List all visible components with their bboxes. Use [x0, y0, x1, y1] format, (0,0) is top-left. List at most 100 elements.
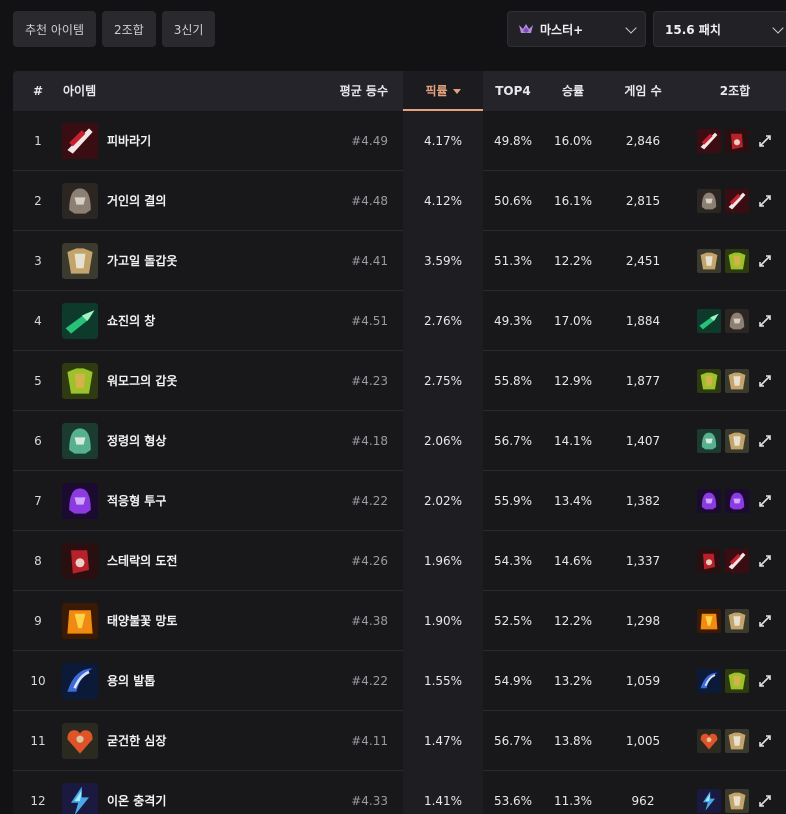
games-cell: 962: [631, 794, 655, 808]
avg-place-cell: #4.22: [351, 494, 388, 508]
item-name[interactable]: 피바라기: [107, 111, 151, 171]
pick-rate-cell: 2.75%: [423, 374, 463, 388]
expand-icon[interactable]: [758, 494, 772, 508]
item-name[interactable]: 굳건한 심장: [107, 711, 166, 771]
sterak-icon[interactable]: [725, 129, 749, 153]
table-row[interactable]: 6 정령의 형상 #4.18 2.06% 56.7% 14.1% 1,407: [13, 411, 786, 471]
shojin-icon[interactable]: [62, 303, 98, 339]
gargoyle-icon[interactable]: [725, 789, 749, 813]
top4-cell: 56.7%: [493, 434, 533, 448]
tab-two-combo[interactable]: 2조합: [102, 11, 156, 47]
avg-place-cell: #4.51: [351, 314, 388, 328]
titans-resolve-icon[interactable]: [62, 183, 98, 219]
bloodthirster-icon[interactable]: [697, 129, 721, 153]
expand-icon[interactable]: [758, 434, 772, 448]
col-top4[interactable]: TOP4: [483, 71, 543, 111]
bloodthirster-icon[interactable]: [62, 123, 98, 159]
table-row[interactable]: 9 태양불꽃 망토 #4.38 1.90% 52.5% 12.2% 1,298: [13, 591, 786, 651]
item-name[interactable]: 가고일 돌갑옷: [107, 231, 177, 291]
expand-icon[interactable]: [758, 794, 772, 808]
col-win-rate[interactable]: 승률: [543, 71, 603, 111]
tier-select[interactable]: 마스터+: [507, 11, 646, 47]
dragon-claw-icon[interactable]: [62, 663, 98, 699]
item-name[interactable]: 적응형 투구: [107, 471, 166, 531]
table-row[interactable]: 10 용의 발톱 #4.22 1.55% 54.9% 13.2% 1,059: [13, 651, 786, 711]
table-row[interactable]: 11 굳건한 심장 #4.11 1.47% 56.7% 13.8% 1,005: [13, 711, 786, 771]
gargoyle-icon[interactable]: [725, 429, 749, 453]
warmog-icon[interactable]: [725, 669, 749, 693]
adaptive-helm-icon[interactable]: [725, 489, 749, 513]
win-rate-cell: 17.0%: [553, 314, 593, 328]
sterak-icon[interactable]: [697, 549, 721, 573]
table-row[interactable]: 8 스테락의 도전 #4.26 1.96% 54.3% 14.6% 1,337: [13, 531, 786, 591]
table-row[interactable]: 2 거인의 결의 #4.48 4.12% 50.6% 16.1% 2,815: [13, 171, 786, 231]
col-pick-rate[interactable]: 픽률: [403, 71, 483, 111]
table-row[interactable]: 5 워모그의 갑옷 #4.23 2.75% 55.8% 12.9% 1,877: [13, 351, 786, 411]
expand-icon[interactable]: [758, 254, 772, 268]
item-name[interactable]: 태양불꽃 망토: [107, 591, 177, 651]
shojin-icon[interactable]: [697, 309, 721, 333]
expand-icon[interactable]: [758, 734, 772, 748]
win-rate-cell: 13.8%: [553, 734, 593, 748]
col-rank: #: [32, 84, 44, 98]
rank-cell: 4: [34, 314, 42, 328]
tab-recommended-items[interactable]: 추천 아이템: [13, 11, 97, 47]
sunfire-icon[interactable]: [62, 603, 98, 639]
patch-select[interactable]: 15.6 패치: [653, 11, 786, 47]
top4-cell: 50.6%: [493, 194, 533, 208]
steadfast-heart-icon[interactable]: [697, 729, 721, 753]
top4-cell: 49.3%: [493, 314, 533, 328]
spirit-visage-icon[interactable]: [697, 429, 721, 453]
item-name[interactable]: 워모그의 갑옷: [107, 351, 177, 411]
item-name[interactable]: 용의 발톱: [107, 651, 155, 711]
expand-icon[interactable]: [758, 374, 772, 388]
col-avg-place[interactable]: 평균 등수: [333, 71, 388, 111]
bloodthirster-icon[interactable]: [725, 549, 749, 573]
bloodthirster-icon[interactable]: [725, 189, 749, 213]
view-tabs: 추천 아이템 2조합 3신기: [13, 11, 216, 47]
item-name[interactable]: 쇼진의 창: [107, 291, 155, 351]
table-row[interactable]: 1 피바라기 #4.49 4.17% 49.8% 16.0% 2,846: [13, 111, 786, 171]
gargoyle-icon[interactable]: [62, 243, 98, 279]
item-name[interactable]: 정령의 형상: [107, 411, 166, 471]
combo-items: [697, 789, 749, 813]
item-name[interactable]: 스테락의 도전: [107, 531, 177, 591]
adaptive-helm-icon[interactable]: [62, 483, 98, 519]
rank-cell: 9: [34, 614, 42, 628]
titans-resolve-icon[interactable]: [725, 309, 749, 333]
table-row[interactable]: 12 이온 충격기 #4.33 1.41% 53.6% 11.3% 962: [13, 771, 786, 814]
sterak-icon[interactable]: [62, 543, 98, 579]
ionic-spark-icon[interactable]: [62, 783, 98, 814]
table-row[interactable]: 4 쇼진의 창 #4.51 2.76% 49.3% 17.0% 1,884: [13, 291, 786, 351]
spirit-visage-icon[interactable]: [62, 423, 98, 459]
table-header: # 아이템 평균 등수 픽률 TOP4 승률 게임 수 2조합: [13, 71, 786, 111]
adaptive-helm-icon[interactable]: [697, 489, 721, 513]
gargoyle-icon[interactable]: [725, 729, 749, 753]
tab-three-artifacts[interactable]: 3신기: [161, 11, 216, 47]
warmog-icon[interactable]: [697, 369, 721, 393]
ionic-spark-icon[interactable]: [697, 789, 721, 813]
top4-cell: 55.9%: [493, 494, 533, 508]
sunfire-icon[interactable]: [697, 609, 721, 633]
item-name[interactable]: 거인의 결의: [107, 171, 166, 231]
expand-icon[interactable]: [758, 554, 772, 568]
win-rate-cell: 16.1%: [553, 194, 593, 208]
expand-icon[interactable]: [758, 314, 772, 328]
item-name[interactable]: 이온 충격기: [107, 771, 166, 814]
expand-icon[interactable]: [758, 674, 772, 688]
table-row[interactable]: 7 적응형 투구 #4.22 2.02% 55.9% 13.4% 1,382: [13, 471, 786, 531]
warmog-icon[interactable]: [62, 363, 98, 399]
warmog-icon[interactable]: [725, 249, 749, 273]
gargoyle-icon[interactable]: [725, 609, 749, 633]
expand-icon[interactable]: [758, 134, 772, 148]
gargoyle-icon[interactable]: [697, 249, 721, 273]
col-games[interactable]: 게임 수: [603, 71, 683, 111]
steadfast-heart-icon[interactable]: [62, 723, 98, 759]
titans-resolve-icon[interactable]: [697, 189, 721, 213]
table-row[interactable]: 3 가고일 돌갑옷 #4.41 3.59% 51.3% 12.2% 2,451: [13, 231, 786, 291]
gargoyle-icon[interactable]: [725, 369, 749, 393]
expand-icon[interactable]: [758, 614, 772, 628]
chevron-down-icon: [625, 22, 637, 34]
expand-icon[interactable]: [758, 194, 772, 208]
dragon-claw-icon[interactable]: [697, 669, 721, 693]
